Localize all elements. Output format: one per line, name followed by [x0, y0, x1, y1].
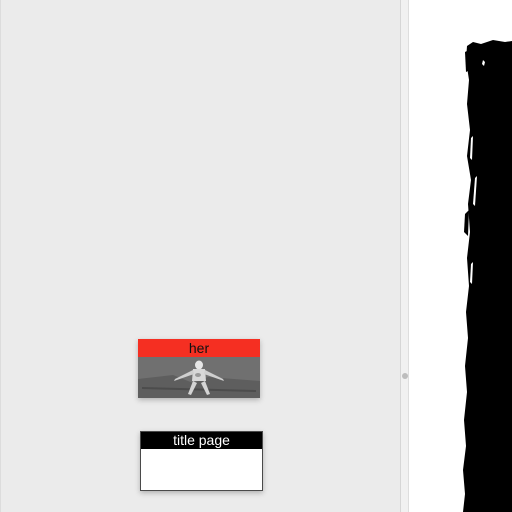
- card-title-page[interactable]: title page: [140, 431, 263, 491]
- brush-stroke-image: [463, 40, 512, 512]
- pane-splitter[interactable]: [400, 0, 409, 512]
- card-her[interactable]: her: [138, 339, 260, 398]
- card-title-page-title: title page: [141, 432, 262, 449]
- figure-photo-thumbnail: [138, 357, 260, 398]
- app-window: her title page: [0, 0, 512, 512]
- preview-pane: [409, 0, 512, 512]
- splitter-handle[interactable]: [402, 373, 408, 379]
- card-her-title: her: [138, 339, 260, 357]
- canvas-board[interactable]: her title page: [0, 0, 400, 512]
